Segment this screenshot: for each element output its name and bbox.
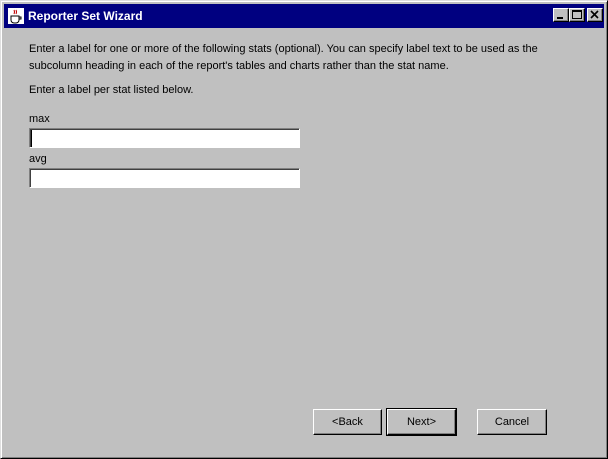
max-label: max [29, 113, 50, 125]
cancel-button[interactable]: Cancel [477, 409, 547, 435]
avg-input[interactable] [29, 168, 300, 188]
close-button[interactable] [587, 8, 603, 22]
maximize-icon [572, 10, 582, 19]
close-icon [590, 10, 599, 19]
window-title: Reporter Set Wizard [28, 9, 143, 23]
instruction-line-1: Enter a label for one or more of the fol… [29, 43, 538, 55]
wizard-window: Reporter Set Wizard Enter a label for on… [0, 0, 608, 459]
title-bar[interactable]: Reporter Set Wizard [4, 4, 604, 28]
max-input[interactable] [29, 128, 300, 148]
java-coffee-cup-icon[interactable] [8, 8, 24, 24]
minimize-button[interactable] [553, 8, 569, 22]
minimize-icon [557, 17, 563, 19]
avg-label: avg [29, 153, 47, 165]
instruction-line-3: Enter a label per stat listed below. [29, 84, 194, 96]
next-button[interactable]: Next> [386, 408, 457, 436]
back-button[interactable]: <Back [313, 409, 382, 435]
maximize-button[interactable] [569, 8, 585, 22]
instruction-line-2: subcolumn heading in each of the report'… [29, 60, 449, 72]
